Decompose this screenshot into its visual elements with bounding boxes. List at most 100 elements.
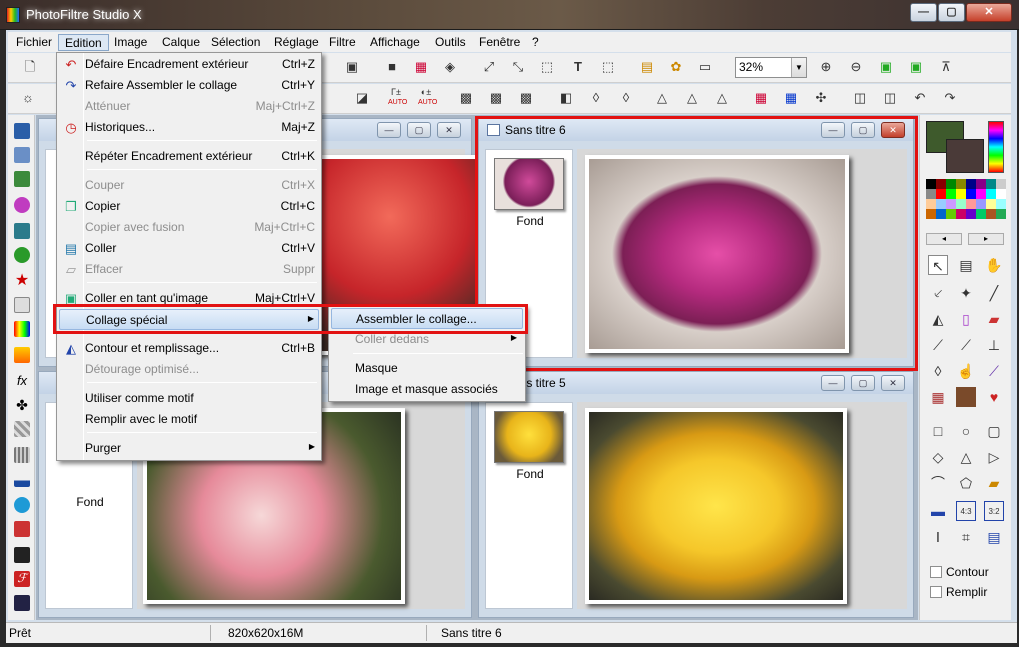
edit-menu-item[interactable]: ❐ Copier Ctrl+C [59,196,319,217]
window-small-icon[interactable]: ▤ [984,527,1004,547]
tile-icon[interactable]: ▦ [928,387,948,407]
lasso-icon[interactable]: ⌒ [928,473,948,493]
doc-maximize-button[interactable]: ▢ [851,375,875,391]
hand-tool-icon[interactable]: ✋ [984,255,1004,275]
save-2000-icon[interactable] [14,547,30,563]
palette-prev-button[interactable]: ◂ [926,233,962,245]
crop-marks-icon[interactable]: ⌗ [956,527,976,547]
gradient-fill-icon[interactable] [14,347,30,363]
palette-swatch[interactable] [936,199,946,209]
triangle-right-shape-icon[interactable]: ▷ [984,447,1004,467]
text-select-icon[interactable]: ⬚ [600,59,616,75]
portrait-icon[interactable] [956,387,976,407]
folder-icon[interactable]: ▰ [984,473,1004,493]
brightness-icon[interactable]: ☼ [20,90,36,106]
doc-maximize-button[interactable]: ▢ [851,122,875,138]
stamp-icon[interactable]: ⊥ [984,335,1004,355]
window-icon[interactable]: ▭ [697,59,713,75]
menu-outils[interactable]: Outils [429,34,472,51]
palette-swatch[interactable] [946,199,956,209]
circle-icon[interactable] [14,497,30,513]
doc-close-button[interactable]: ✕ [437,122,461,138]
edit-menu-item[interactable]: ↶ Défaire Encadrement extérieur Ctrl+Z [59,54,319,75]
text-cursor-icon[interactable]: Ⅰ [928,527,948,547]
edit-menu-item[interactable]: Couper Ctrl+X [59,175,319,196]
outline-checkbox[interactable] [930,566,942,578]
sharpen2-icon[interactable]: △ [714,90,730,106]
edit-menu-item[interactable]: Utiliser comme motif [59,388,319,409]
palette-swatch[interactable] [966,199,976,209]
advanced-brush-icon[interactable]: ⟋ [956,335,976,355]
palette-swatch[interactable] [946,179,956,189]
doc-minimize-button[interactable]: — [821,375,845,391]
resize-icon[interactable]: ⤢ [481,59,497,75]
paste-submenu-item[interactable]: Masque [331,358,523,379]
zoom-combo[interactable]: 32% ▼ [735,57,807,78]
palette-swatch[interactable] [996,199,1006,209]
strawberry-icon[interactable]: ♥ [984,387,1004,407]
palette-swatch[interactable] [966,209,976,219]
menu-help[interactable]: ? [526,34,545,51]
noise-icon[interactable] [14,447,30,463]
palette-swatch[interactable] [946,209,956,219]
eraser-tool-icon[interactable]: ▰ [984,309,1004,329]
selection-bar-icon[interactable]: ▬ [928,501,948,521]
rotate-left-icon[interactable]: ↶ [912,90,928,106]
palette-swatch[interactable] [996,189,1006,199]
paste-submenu-item[interactable]: Coller dedans ▶ [331,329,523,350]
rounded-rect-shape-icon[interactable]: ▢ [984,421,1004,441]
ellipse-shape-icon[interactable]: ○ [956,421,976,441]
minimize-button[interactable]: — [910,3,937,22]
magic-wand-icon[interactable]: ✦ [956,283,976,303]
palette-swatch[interactable] [926,209,936,219]
menu-affichage[interactable]: Affichage [364,34,426,51]
palette-swatch[interactable] [986,189,996,199]
palette-swatch[interactable] [986,179,996,189]
triangle-shape-icon[interactable]: △ [956,447,976,467]
pattern-icon[interactable]: ▩ [458,90,474,106]
edit-menu-item[interactable]: Purger ▶ [59,438,319,459]
fill-bucket-icon[interactable]: ◭ [928,309,948,329]
gradient2-icon[interactable]: ▦ [783,90,799,106]
clover-icon[interactable]: ✤ [14,397,30,413]
image-icon[interactable] [14,171,30,187]
hue-slider[interactable] [988,121,1004,173]
fill-checkbox[interactable] [930,586,942,598]
smudge-icon[interactable]: ☝ [956,361,976,381]
edit-menu-item[interactable]: Collage spécial ▶ [59,309,319,330]
texture-icon[interactable] [14,421,30,437]
edit-menu-item[interactable]: ◷ Historiques... Maj+Z [59,117,319,138]
spray-icon[interactable]: ▯ [956,309,976,329]
edit-menu-item[interactable]: ▤ Coller Ctrl+V [59,238,319,259]
rectangle-shape-icon[interactable]: □ [928,421,948,441]
palette-swatch[interactable] [976,179,986,189]
edit-menu-item[interactable]: ▣ Coller en tant qu'image Maj+Ctrl+V [59,288,319,309]
sphere-icon[interactable] [14,197,30,213]
brush-icon[interactable]: ⟋ [928,335,948,355]
fx-icon[interactable]: fx [14,373,30,389]
plugin-icon[interactable]: ✿ [668,59,684,75]
palette-swatch[interactable] [926,199,936,209]
line-tool-icon[interactable]: ╱ [984,283,1004,303]
paste-submenu-item[interactable]: Image et masque associés [331,379,523,400]
frame-icon[interactable] [14,521,30,537]
palette-swatch[interactable] [976,189,986,199]
mirror-icon[interactable]: ◫ [852,90,868,106]
palette-next-button[interactable]: ▸ [968,233,1004,245]
spectrum-icon[interactable] [14,321,30,337]
ratio-3-2-icon[interactable]: 3:2 [984,501,1004,521]
paste-submenu-item[interactable]: Assembler le collage... [331,308,523,329]
open-image-icon[interactable]: ▣ [344,59,360,75]
palette-swatch[interactable] [946,189,956,199]
gray-icon[interactable]: ■ [384,59,400,75]
duplicate-icon[interactable] [14,147,30,163]
histogram-icon[interactable] [14,471,30,487]
drop2-icon[interactable]: ◊ [618,90,634,106]
zoom-out-icon[interactable]: ⊖ [848,59,864,75]
palette-icon[interactable]: ◈ [442,59,458,75]
crop-icon[interactable]: ⬚ [539,59,555,75]
layer-thumbnail[interactable] [494,411,564,463]
palette-swatch[interactable] [996,179,1006,189]
effect-icon[interactable]: ✣ [813,90,829,106]
menu-selection[interactable]: Sélection [205,34,266,51]
